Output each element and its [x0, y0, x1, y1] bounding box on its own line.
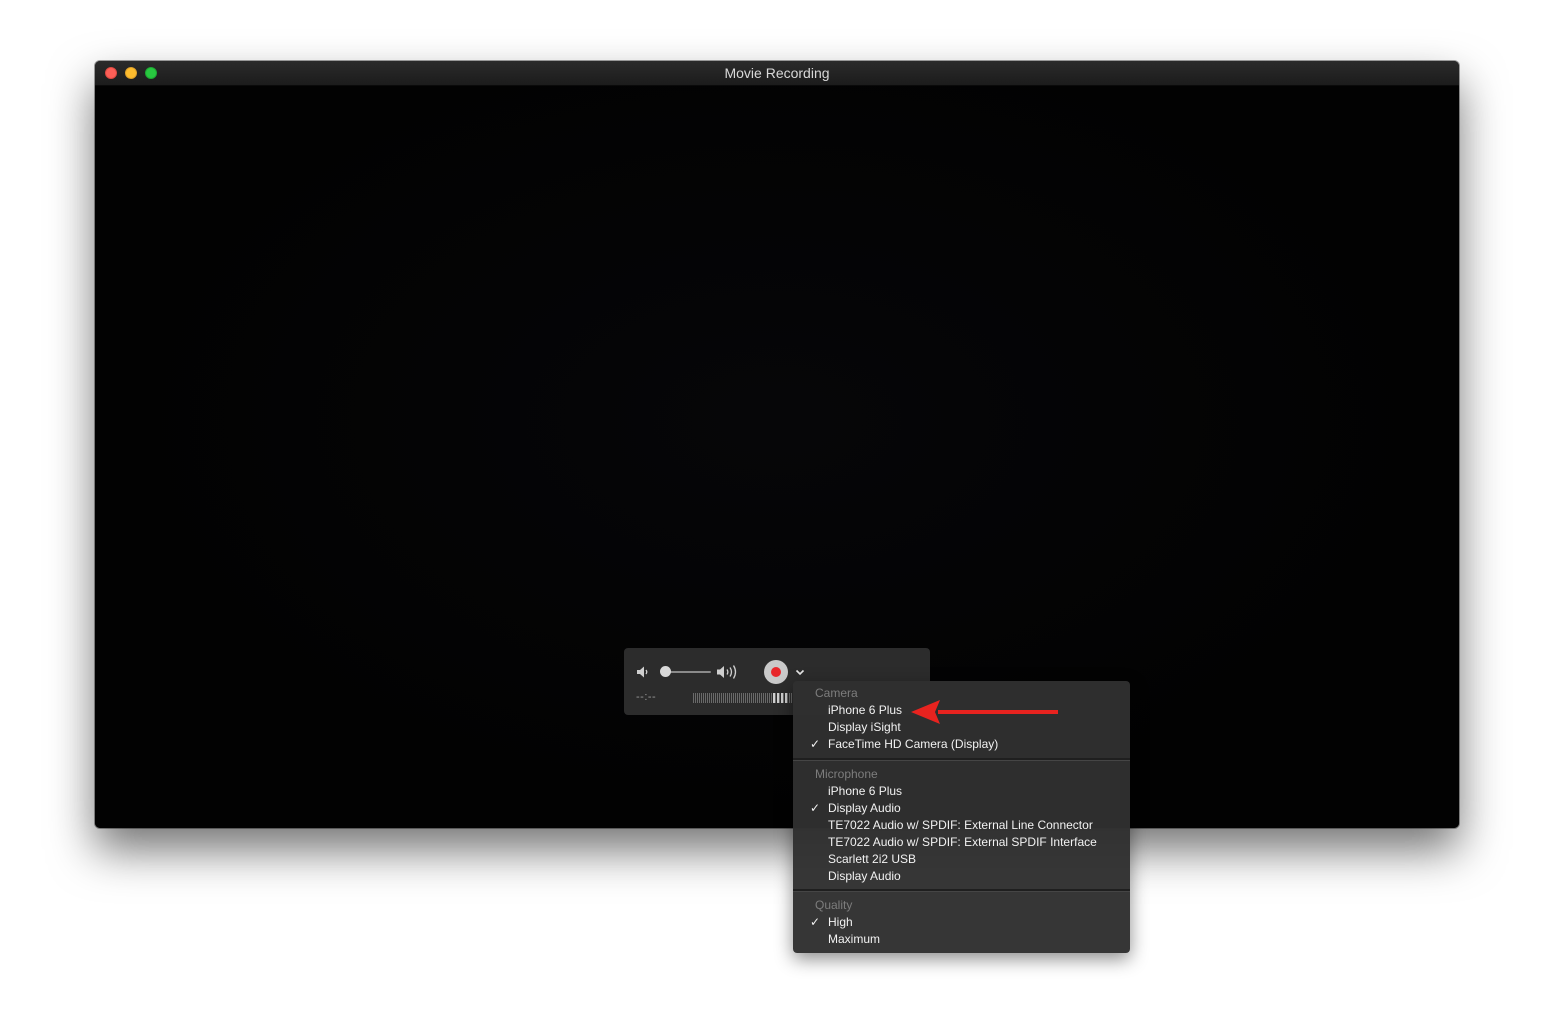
menu-item-quality-high[interactable]: ✓ High — [793, 914, 1130, 931]
video-preview — [95, 86, 1459, 828]
checkmark-icon: ✓ — [810, 915, 821, 929]
menu-item-quality-maximum[interactable]: Maximum — [793, 931, 1130, 948]
menu-item-label: Display iSight — [828, 720, 901, 734]
menu-header-microphone: Microphone — [815, 767, 878, 781]
menu-item-camera-facetime[interactable]: ✓ FaceTime HD Camera (Display) — [793, 736, 1130, 753]
audio-level-peak — [773, 693, 787, 703]
audio-level-meter — [693, 693, 793, 703]
menu-item-mic-scarlett[interactable]: Scarlett 2i2 USB — [793, 851, 1130, 868]
time-display: --:-- — [636, 691, 657, 703]
menu-header-camera: Camera — [815, 686, 858, 700]
menu-item-mic-display-audio-2[interactable]: Display Audio — [793, 868, 1130, 885]
menu-item-mic-iphone[interactable]: iPhone 6 Plus — [793, 783, 1130, 800]
menu-separator — [793, 758, 1130, 761]
volume-slider-track[interactable] — [666, 671, 711, 673]
window-title: Movie Recording — [724, 65, 830, 81]
title-bar[interactable]: Movie Recording — [95, 61, 1459, 86]
menu-item-label: Display Audio — [828, 869, 901, 883]
menu-item-label: iPhone 6 Plus — [828, 784, 903, 798]
volume-slider-knob[interactable] — [660, 666, 671, 677]
menu-header-quality: Quality — [815, 898, 853, 912]
volume-high-icon[interactable] — [716, 663, 742, 681]
menu-item-mic-te7022-line[interactable]: TE7022 Audio w/ SPDIF: External Line Con… — [793, 817, 1130, 834]
chevron-down-icon[interactable] — [794, 667, 806, 677]
menu-item-mic-display-audio[interactable]: ✓ Display Audio — [793, 800, 1130, 817]
checkmark-icon: ✓ — [810, 737, 821, 751]
record-icon — [771, 667, 781, 677]
menu-item-label: iPhone 6 Plus — [828, 703, 903, 717]
menu-item-label: Scarlett 2i2 USB — [828, 852, 917, 866]
volume-low-icon[interactable] — [635, 664, 651, 680]
menu-separator — [793, 889, 1130, 892]
screenshot-stage: Movie Recording --:-- Camera iPhone 6 Pl… — [0, 0, 1542, 1010]
menu-item-label: High — [828, 915, 853, 929]
annotation-arrow-icon — [911, 700, 1058, 724]
menu-item-label: TE7022 Audio w/ SPDIF: External Line Con… — [828, 818, 1093, 832]
menu-item-label: Display Audio — [828, 801, 901, 815]
menu-item-label: Maximum — [828, 932, 881, 946]
menu-item-mic-te7022-spdif[interactable]: TE7022 Audio w/ SPDIF: External SPDIF In… — [793, 834, 1130, 851]
menu-item-label: TE7022 Audio w/ SPDIF: External SPDIF In… — [828, 835, 1097, 849]
menu-item-label: FaceTime HD Camera (Display) — [828, 737, 999, 751]
checkmark-icon: ✓ — [810, 801, 821, 815]
record-button[interactable] — [764, 660, 788, 684]
